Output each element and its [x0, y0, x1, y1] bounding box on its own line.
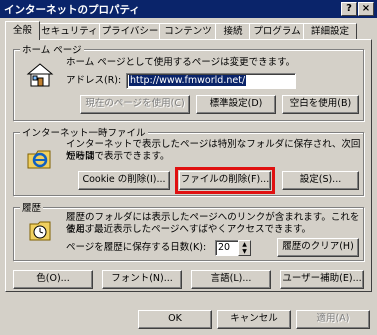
history-days-label: ページを履歴に保存する日数(K):: [66, 242, 207, 253]
tab-connections[interactable]: 接続: [215, 23, 251, 39]
cancel-button[interactable]: キャンセル: [217, 310, 291, 329]
tab-programs[interactable]: プログラム: [249, 23, 305, 39]
address-value: http://www.fmworld.net/: [129, 75, 247, 86]
tab-content[interactable]: コンテンツ: [159, 23, 217, 39]
close-button[interactable]: ×: [358, 2, 374, 16]
address-label: アドレス(R):: [66, 75, 122, 86]
history-days-spinner[interactable]: ▲ ▼: [238, 240, 251, 256]
history-group-label: 履歴: [20, 200, 44, 214]
tab-security[interactable]: セキュリティ: [38, 23, 101, 39]
fonts-button[interactable]: フォント(N)...: [102, 270, 182, 289]
delete-files-button[interactable]: ファイルの削除(F)...: [175, 167, 275, 194]
general-tab-panel: ホーム ページ ホーム ページとして使用するページは変更できます。 アドレス(R…: [5, 39, 372, 292]
homepage-description: ホーム ページとして使用するページは変更できます。: [66, 57, 296, 68]
use-current-button[interactable]: 現在のページを使用(C): [80, 95, 190, 114]
history-days-input[interactable]: 20: [215, 240, 239, 256]
help-button[interactable]: ?: [341, 2, 357, 16]
window-title: インターネットのプロパティ: [4, 4, 140, 16]
homepage-group-label: ホーム ページ: [20, 42, 84, 56]
delete-cookies-button[interactable]: Cookie の削除(I)...: [78, 171, 170, 190]
use-default-button[interactable]: 標準設定(D): [196, 95, 276, 114]
homepage-group: ホーム ページ ホーム ページとして使用するページは変更できます。 アドレス(R…: [13, 42, 364, 121]
history-description-2: ると、最近表示したページへすばやくアクセスできます。: [66, 224, 312, 235]
home-page-icon: [26, 63, 54, 87]
accessibility-button[interactable]: ユーザー補助(E)...: [280, 270, 364, 289]
use-blank-button[interactable]: 空白を使用(B): [282, 95, 359, 114]
clear-history-button[interactable]: 履歴のクリア(H): [277, 238, 359, 257]
colors-button[interactable]: 色(O)...: [13, 270, 93, 289]
ie-folder-icon: [27, 150, 51, 169]
history-icon: [29, 221, 51, 241]
history-group: 履歴 履歴のフォルダには表示したページへのリンクが含まれます。これを使用す ると…: [13, 200, 364, 261]
spin-up-icon[interactable]: ▲: [239, 241, 250, 248]
tab-privacy[interactable]: プライバシー: [99, 23, 161, 39]
settings-button[interactable]: 設定(S)...: [282, 171, 359, 190]
spin-down-icon[interactable]: ▼: [239, 248, 250, 255]
title-bar: インターネットのプロパティ ? ×: [0, 0, 377, 18]
tab-advanced[interactable]: 詳細設定: [303, 23, 357, 39]
address-input[interactable]: http://www.fmworld.net/: [126, 73, 296, 89]
languages-button[interactable]: 言語(L)...: [191, 270, 271, 289]
ok-button[interactable]: OK: [138, 310, 212, 329]
tab-general[interactable]: 全般: [5, 21, 40, 40]
temp-files-group: インターネット一時ファイル インターネットで表示したページは特別なフォルダに保存…: [13, 125, 364, 196]
temp-files-description-2: 短時間で表示できます。: [66, 151, 170, 162]
temp-files-group-label: インターネット一時ファイル: [20, 125, 148, 139]
apply-button[interactable]: 適用(A): [296, 310, 370, 329]
